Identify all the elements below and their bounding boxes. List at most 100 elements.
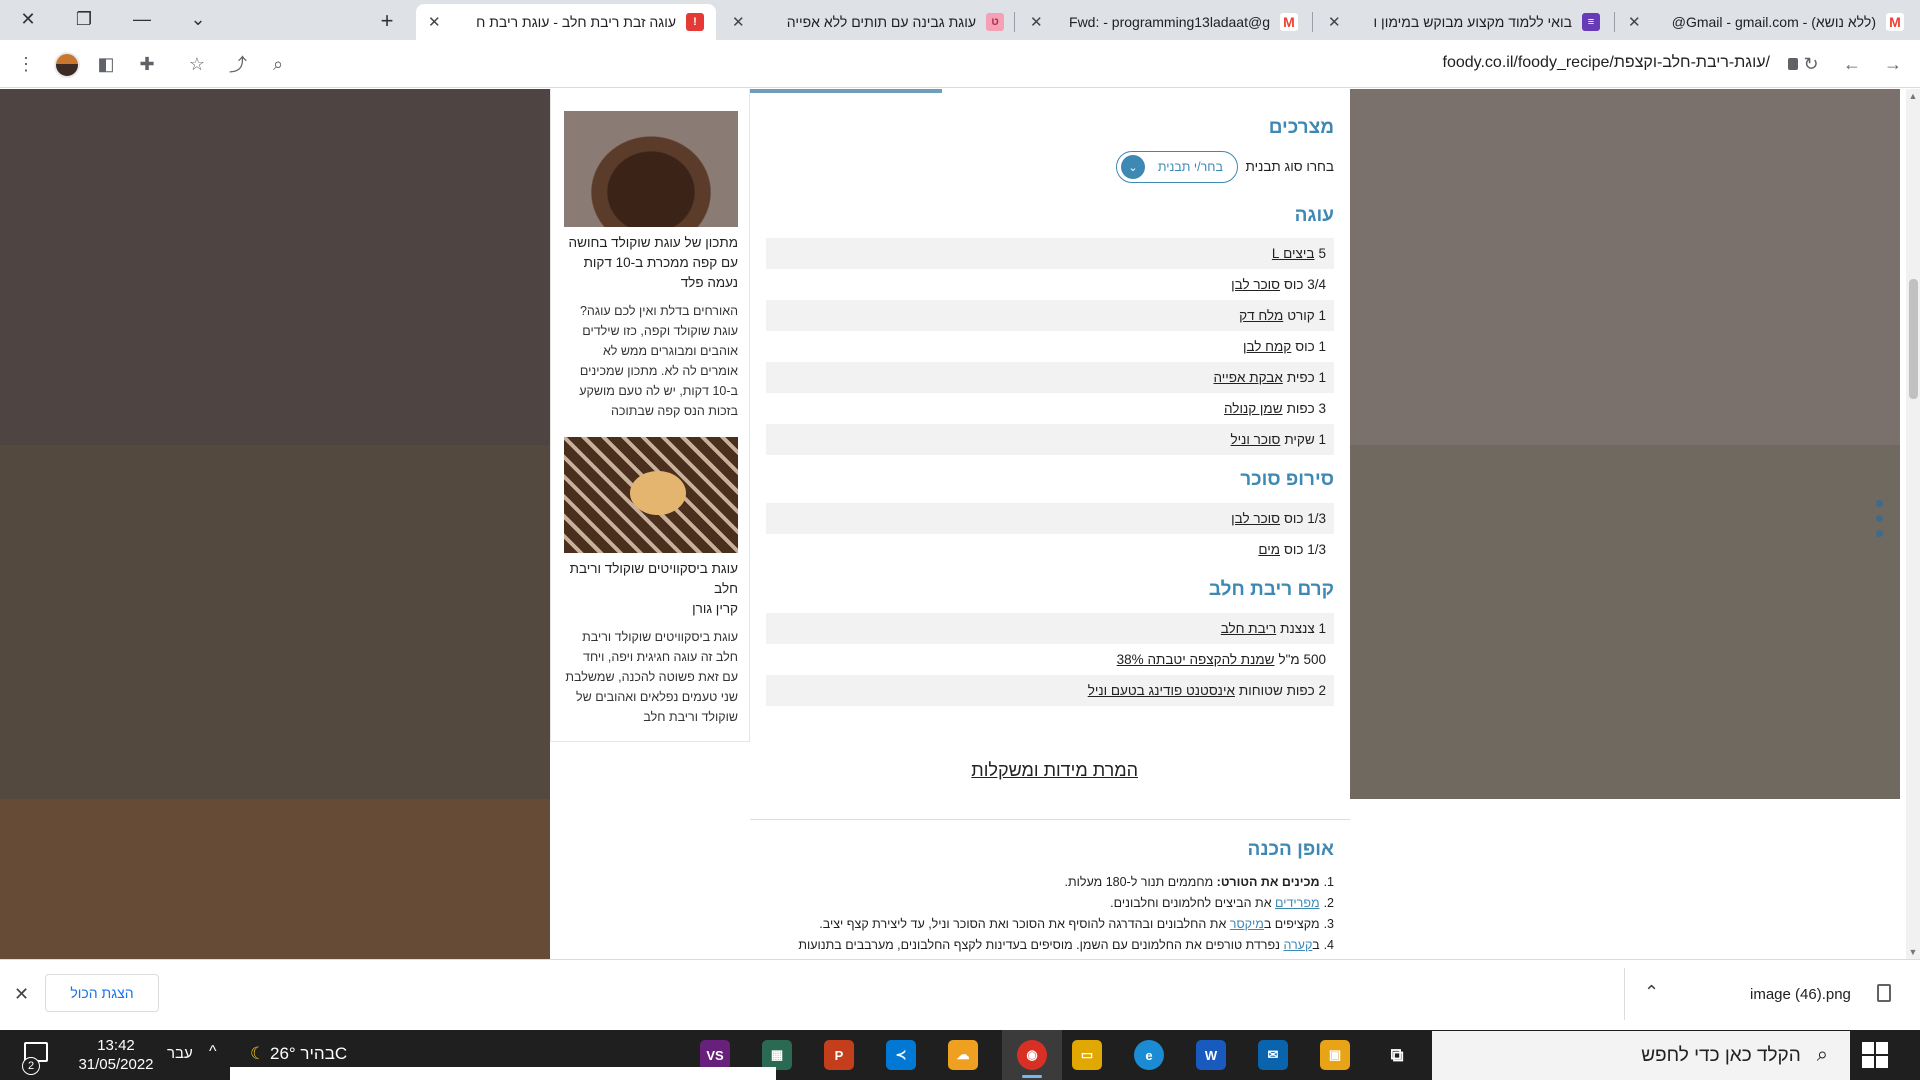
search-icon: ⌕ (1816, 1044, 1828, 1066)
ingredient-row: 2 כפות שטוחותאינסטנט פודינג בטעם וניל (766, 675, 1334, 706)
recipe-card-author[interactable]: נעמה פלד (564, 273, 738, 293)
page-scrollbar[interactable]: ▲ ▼ (1906, 89, 1920, 959)
scrollbar-thumb[interactable] (1909, 279, 1918, 399)
menu-icon[interactable]: ⋮ (12, 50, 40, 78)
restore-window-button[interactable]: ❐ (56, 0, 112, 38)
ingredient-link[interactable]: ביצים L (1272, 246, 1315, 261)
ingredients-heading: מצרכים (1268, 117, 1334, 138)
step-link[interactable]: קערה (1283, 938, 1312, 952)
tab-gmail[interactable]: M (ללא נושא) - Gmail - gmail.com@ ✕ (1616, 4, 1916, 40)
ingredient-list: 1/3 כוס סוכר לבן 1/3 כוס מים (766, 503, 1334, 565)
new-tab-button[interactable]: + (372, 6, 402, 36)
address-bar[interactable]: foody.co.il/foody_recipe/עוגת-ריבת-חלב-ו… (1443, 54, 1770, 72)
vscode-icon[interactable]: ≺ (886, 1040, 916, 1070)
ingredient-link[interactable]: אבקת אפייה (1214, 370, 1283, 385)
close-tab-icon[interactable]: ✕ (1328, 13, 1341, 31)
weather-app-icon[interactable]: ☁ (948, 1040, 978, 1070)
download-divider (1624, 968, 1625, 1020)
ingredient-link[interactable]: קמח לבן (1243, 339, 1291, 354)
ingredient-link[interactable]: סוכר וניל (1231, 432, 1281, 447)
step-link[interactable]: מפרידים (1275, 896, 1320, 910)
ingredient-link[interactable]: סוכר לבן (1231, 277, 1280, 292)
tab-foody[interactable]: ! עוגה זבת ריבת חלב - עוגת ריבת ח ✕ (416, 4, 716, 40)
chevron-up-icon[interactable]: ⌃ (1644, 982, 1659, 1003)
ingredient-amount: 500 מ"ל (1278, 652, 1326, 667)
close-tab-icon[interactable]: ✕ (1030, 13, 1043, 31)
ingredient-row: 5ביצים L (766, 238, 1334, 269)
share-icon[interactable]: ⤴ (224, 50, 252, 78)
ingredient-link[interactable]: שמן קנולה (1224, 401, 1283, 416)
close-tab-icon[interactable]: ✕ (732, 13, 745, 31)
windows-start-icon[interactable] (1862, 1042, 1888, 1068)
extensions-icon[interactable]: ✚ (133, 50, 161, 78)
downloaded-file-name[interactable]: image (46).png (1750, 986, 1851, 1003)
close-window-button[interactable]: ✕ (0, 0, 56, 38)
bookmark-star-icon[interactable]: ☆ (183, 50, 211, 78)
ingredient-link[interactable]: מים (1258, 542, 1280, 557)
mold-select-value: בחר/י תבנית (1157, 160, 1223, 174)
file-explorer-icon[interactable]: ▭ (1072, 1040, 1102, 1070)
forward-icon[interactable]: → (1879, 50, 1907, 78)
recipe-favicon-icon: ט (986, 13, 1004, 31)
clock-date: 31/05/2022 (78, 1056, 154, 1073)
app-icon[interactable]: ▦ (762, 1040, 792, 1070)
mold-select[interactable]: בחר/י תבנית ⌄ (1116, 151, 1238, 183)
recipe-card-title[interactable]: עוגת ביסקוויטים שוקולד וריבת חלב (564, 559, 738, 599)
ingredient-row: 1 קורט מלח דק (766, 300, 1334, 331)
side-panel-icon[interactable]: ◧ (92, 50, 120, 78)
scroll-down-icon[interactable]: ▼ (1908, 947, 1918, 957)
unit-conversion-link[interactable]: המרת מידות ומשקלות (971, 760, 1138, 781)
share-menu-icon[interactable] (1876, 500, 1884, 545)
minimize-window-button[interactable]: — (114, 0, 170, 38)
word-icon[interactable]: W (1196, 1040, 1226, 1070)
related-recipe-card[interactable]: מתכון של עוגת שוקולד בחושה עם קפה ממכרת … (564, 111, 738, 421)
show-all-downloads-button[interactable]: הצגת הכול (45, 974, 159, 1012)
forms-favicon-icon: ≡ (1582, 13, 1600, 31)
close-tab-icon[interactable]: ✕ (428, 13, 441, 31)
taskbar-search-box[interactable]: ⌕ הקלד כאן כדי לחפש (1432, 1031, 1850, 1080)
step-link[interactable]: מיקסר (1230, 917, 1264, 931)
tab-fwd-gmail[interactable]: M Fwd: - programming13ladaat@g ✕ (1018, 4, 1310, 40)
notification-badge: 2 (22, 1057, 40, 1075)
recipe-thumbnail[interactable] (564, 437, 738, 553)
related-recipe-card[interactable]: עוגת ביסקוויטים שוקולד וריבת חלב קרין גו… (564, 437, 738, 727)
back-icon[interactable]: ← (1838, 50, 1866, 78)
close-tab-icon[interactable]: ✕ (1628, 13, 1641, 31)
ingredient-link[interactable]: מלח דק (1239, 308, 1283, 323)
profile-avatar[interactable] (54, 52, 80, 78)
scroll-up-icon[interactable]: ▲ (1908, 91, 1918, 101)
close-download-bar-icon[interactable]: ✕ (14, 984, 29, 1005)
ingredient-link[interactable]: אינסטנט פודינג בטעם וניל (1088, 683, 1235, 698)
weather-widget[interactable]: ☾ בהיר 26°C (250, 1044, 347, 1064)
ingredient-link[interactable]: שמנת להקצפה יטבתה 38% (1117, 652, 1275, 667)
ingredient-row: 3/4 כוס סוכר לבן (766, 269, 1334, 300)
ingredient-link[interactable]: סוכר לבן (1231, 511, 1280, 526)
tab-forms[interactable]: ≡ בואי ללמוד מקצוע מבוקש במימון ו ✕ (1316, 4, 1612, 40)
ingredient-list: 1 צנצנת ריבת חלב 500 מ"לשמנת להקצפה יטבתה… (766, 613, 1334, 706)
ingredient-link[interactable]: ריבת חלב (1221, 621, 1276, 636)
lock-icon[interactable] (1788, 58, 1798, 70)
recipe-thumbnail[interactable] (564, 111, 738, 227)
tab-divider (1614, 12, 1615, 32)
powerpoint-icon[interactable]: P (824, 1040, 854, 1070)
ingredient-amount: 1 שקית (1284, 432, 1326, 447)
ingredient-row: 3 כפותשמן קנולה (766, 393, 1334, 424)
store-icon[interactable]: ▣ (1320, 1040, 1350, 1070)
visual-studio-icon[interactable]: VS (700, 1040, 730, 1070)
input-language[interactable]: עבר (167, 1045, 193, 1062)
tab-cheesecake[interactable]: ט עוגת גבינה עם תותים ללא אפייה ✕ (720, 4, 1016, 40)
edge-icon[interactable]: e (1134, 1040, 1164, 1070)
clock[interactable]: 13:42 31/05/2022 (66, 1036, 166, 1074)
task-view-icon[interactable]: ⧉ (1382, 1040, 1412, 1070)
chrome-icon[interactable]: ◉ (1017, 1040, 1047, 1070)
reload-icon[interactable]: ↻ (1797, 50, 1825, 78)
chevron-down-icon[interactable]: ⌄ (1121, 155, 1145, 179)
file-icon[interactable] (1877, 984, 1891, 1002)
preparation-steps: 1.מכינים את הטורט: מחממים תנור ל-180 מעל… (766, 872, 1334, 956)
chevron-up-icon[interactable]: ^ (209, 1043, 217, 1061)
zoom-lens-icon[interactable]: ⌕ (264, 50, 292, 78)
tab-search-button[interactable]: ⌄ (170, 0, 226, 38)
recipe-card-title[interactable]: מתכון של עוגת שוקולד בחושה עם קפה ממכרת … (564, 233, 738, 273)
recipe-card-author[interactable]: קרין גורן (564, 599, 738, 619)
mail-icon[interactable]: ✉ (1258, 1040, 1288, 1070)
